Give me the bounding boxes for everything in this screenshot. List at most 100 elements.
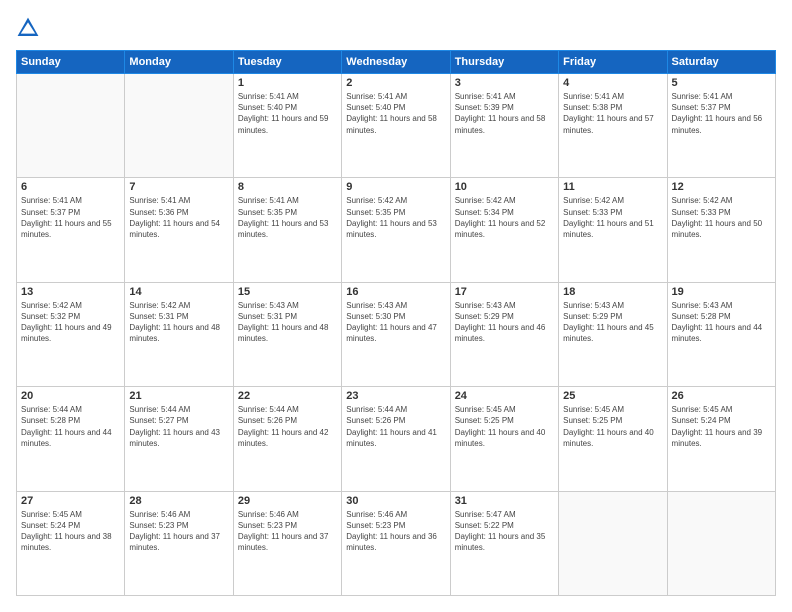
day-header-friday: Friday [559,51,667,74]
calendar-cell: 20 Sunrise: 5:44 AM Sunset: 5:28 PM Dayli… [17,387,125,491]
day-info: Sunrise: 5:46 AM Sunset: 5:23 PM Dayligh… [238,509,337,554]
calendar-cell: 10 Sunrise: 5:42 AM Sunset: 5:34 PM Dayli… [450,178,558,282]
day-info: Sunrise: 5:43 AM Sunset: 5:29 PM Dayligh… [563,300,662,345]
calendar-cell: 30Sunrise: 5:46 AM Sunset: 5:23 PM Dayli… [342,491,450,595]
calendar-cell: 22 Sunrise: 5:44 AM Sunset: 5:26 PM Dayli… [233,387,341,491]
calendar-cell: 21Sunrise: 5:44 AM Sunset: 5:27 PM Dayli… [125,387,233,491]
page: SundayMondayTuesdayWednesdayThursdayFrid… [0,0,792,612]
day-number: 31 [455,495,554,507]
day-info: Sunrise: 5:45 AM Sunset: 5:25 PM Dayligh… [455,404,554,449]
calendar-cell: 19 Sunrise: 5:43 AM Sunset: 5:28 PM Dayli… [667,282,775,386]
day-info: Sunrise: 5:43 AM Sunset: 5:31 PM Dayligh… [238,300,337,345]
calendar-cell: 29 Sunrise: 5:46 AM Sunset: 5:23 PM Dayli… [233,491,341,595]
calendar-cell: 1 Sunrise: 5:41 AM Sunset: 5:40 PM Daylig… [233,74,341,178]
calendar-cell: 6Sunrise: 5:41 AM Sunset: 5:37 PM Daylig… [17,178,125,282]
day-info: Sunrise: 5:42 AM Sunset: 5:34 PM Dayligh… [455,195,554,240]
calendar-cell: 15 Sunrise: 5:43 AM Sunset: 5:31 PM Dayli… [233,282,341,386]
day-number: 2 [346,77,445,89]
calendar-cell: 24 Sunrise: 5:45 AM Sunset: 5:25 PM Dayli… [450,387,558,491]
day-number: 1 [238,77,337,89]
calendar-cell: 27Sunrise: 5:45 AM Sunset: 5:24 PM Dayli… [17,491,125,595]
day-info: Sunrise: 5:46 AM Sunset: 5:23 PM Dayligh… [346,509,445,554]
day-number: 26 [672,390,771,402]
day-number: 28 [129,495,228,507]
day-number: 19 [672,286,771,298]
day-info: Sunrise: 5:47 AM Sunset: 5:22 PM Dayligh… [455,509,554,554]
day-number: 10 [455,181,554,193]
day-number: 4 [563,77,662,89]
calendar-cell: 14 Sunrise: 5:42 AM Sunset: 5:31 PM Dayli… [125,282,233,386]
calendar-cell: 8 Sunrise: 5:41 AM Sunset: 5:35 PM Daylig… [233,178,341,282]
calendar-cell: 28 Sunrise: 5:46 AM Sunset: 5:23 PM Dayli… [125,491,233,595]
day-info: Sunrise: 5:44 AM Sunset: 5:26 PM Dayligh… [238,404,337,449]
header [16,16,776,40]
calendar-cell: 16 Sunrise: 5:43 AM Sunset: 5:30 PM Dayli… [342,282,450,386]
calendar-cell: 7 Sunrise: 5:41 AM Sunset: 5:36 PM Daylig… [125,178,233,282]
calendar-cell [17,74,125,178]
day-number: 27 [21,495,120,507]
calendar-cell: 23 Sunrise: 5:44 AM Sunset: 5:26 PM Dayli… [342,387,450,491]
day-number: 29 [238,495,337,507]
day-info: Sunrise: 5:42 AM Sunset: 5:33 PM Dayligh… [672,195,771,240]
calendar-cell: 11 Sunrise: 5:42 AM Sunset: 5:33 PM Dayli… [559,178,667,282]
day-number: 20 [21,390,120,402]
day-number: 13 [21,286,120,298]
calendar-table: SundayMondayTuesdayWednesdayThursdayFrid… [16,50,776,596]
calendar-cell: 26 Sunrise: 5:45 AM Sunset: 5:24 PM Dayli… [667,387,775,491]
calendar-cell [559,491,667,595]
calendar-cell: 17 Sunrise: 5:43 AM Sunset: 5:29 PM Dayli… [450,282,558,386]
day-info: Sunrise: 5:44 AM Sunset: 5:27 PM Dayligh… [129,404,228,449]
day-header-tuesday: Tuesday [233,51,341,74]
day-info: Sunrise: 5:44 AM Sunset: 5:28 PM Dayligh… [21,404,120,449]
day-number: 16 [346,286,445,298]
calendar-cell: 25Sunrise: 5:45 AM Sunset: 5:25 PM Dayli… [559,387,667,491]
calendar-cell: 9 Sunrise: 5:42 AM Sunset: 5:35 PM Daylig… [342,178,450,282]
calendar-cell: 18 Sunrise: 5:43 AM Sunset: 5:29 PM Dayli… [559,282,667,386]
day-number: 25 [563,390,662,402]
day-info: Sunrise: 5:42 AM Sunset: 5:32 PM Dayligh… [21,300,120,345]
day-info: Sunrise: 5:41 AM Sunset: 5:36 PM Dayligh… [129,195,228,240]
day-number: 17 [455,286,554,298]
day-number: 18 [563,286,662,298]
logo-icon [16,16,40,40]
day-info: Sunrise: 5:41 AM Sunset: 5:39 PM Dayligh… [455,91,554,136]
calendar-cell [125,74,233,178]
day-number: 9 [346,181,445,193]
day-number: 23 [346,390,445,402]
day-info: Sunrise: 5:41 AM Sunset: 5:40 PM Dayligh… [238,91,337,136]
day-info: Sunrise: 5:43 AM Sunset: 5:29 PM Dayligh… [455,300,554,345]
day-info: Sunrise: 5:43 AM Sunset: 5:30 PM Dayligh… [346,300,445,345]
day-number: 8 [238,181,337,193]
day-number: 14 [129,286,228,298]
day-info: Sunrise: 5:46 AM Sunset: 5:23 PM Dayligh… [129,509,228,554]
day-info: Sunrise: 5:44 AM Sunset: 5:26 PM Dayligh… [346,404,445,449]
day-info: Sunrise: 5:42 AM Sunset: 5:33 PM Dayligh… [563,195,662,240]
day-header-wednesday: Wednesday [342,51,450,74]
calendar-cell: 31 Sunrise: 5:47 AM Sunset: 5:22 PM Dayli… [450,491,558,595]
day-header-saturday: Saturday [667,51,775,74]
day-number: 5 [672,77,771,89]
calendar-cell: 12 Sunrise: 5:42 AM Sunset: 5:33 PM Dayli… [667,178,775,282]
day-header-thursday: Thursday [450,51,558,74]
calendar-cell: 4 Sunrise: 5:41 AM Sunset: 5:38 PM Daylig… [559,74,667,178]
day-info: Sunrise: 5:43 AM Sunset: 5:28 PM Dayligh… [672,300,771,345]
day-info: Sunrise: 5:41 AM Sunset: 5:37 PM Dayligh… [672,91,771,136]
day-header-sunday: Sunday [17,51,125,74]
day-info: Sunrise: 5:42 AM Sunset: 5:35 PM Dayligh… [346,195,445,240]
day-info: Sunrise: 5:45 AM Sunset: 5:24 PM Dayligh… [672,404,771,449]
day-info: Sunrise: 5:42 AM Sunset: 5:31 PM Dayligh… [129,300,228,345]
day-number: 12 [672,181,771,193]
day-info: Sunrise: 5:41 AM Sunset: 5:35 PM Dayligh… [238,195,337,240]
calendar-cell: 13 Sunrise: 5:42 AM Sunset: 5:32 PM Dayli… [17,282,125,386]
day-number: 3 [455,77,554,89]
day-number: 22 [238,390,337,402]
day-number: 7 [129,181,228,193]
calendar-cell: 5 Sunrise: 5:41 AM Sunset: 5:37 PM Daylig… [667,74,775,178]
day-header-monday: Monday [125,51,233,74]
calendar-cell [667,491,775,595]
day-info: Sunrise: 5:41 AM Sunset: 5:37 PM Dayligh… [21,195,120,240]
day-number: 15 [238,286,337,298]
day-info: Sunrise: 5:41 AM Sunset: 5:38 PM Dayligh… [563,91,662,136]
day-number: 11 [563,181,662,193]
day-number: 24 [455,390,554,402]
